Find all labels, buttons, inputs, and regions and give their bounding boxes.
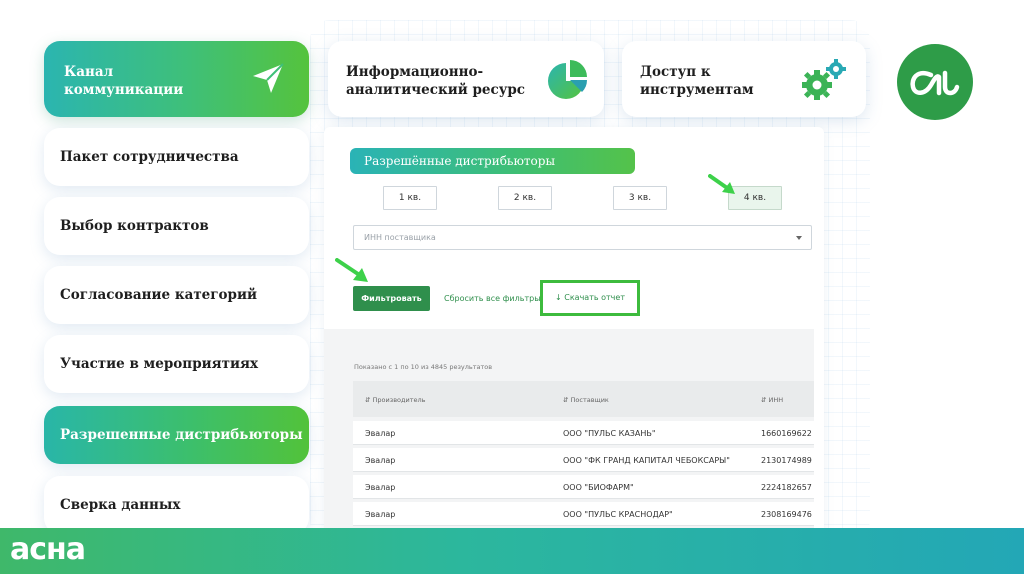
sort-icon: ⇵ — [563, 396, 569, 404]
column-header-inn[interactable]: ⇵ ИНН — [761, 396, 783, 404]
table-row[interactable]: Эвалар ООО "ПУЛЬС КРАСНОДАР" 2308169476 — [353, 502, 814, 526]
cell-supplier: ООО "ФК ГРАНД КАПИТАЛ ЧЕБОКСАРЫ" — [563, 456, 730, 465]
download-report-label: Скачать отчет — [564, 293, 625, 302]
quarter-button-2[interactable]: 2 кв. — [498, 186, 552, 210]
filter-button[interactable]: Фильтровать — [353, 286, 430, 311]
cell-inn: 2308169476 — [761, 510, 812, 519]
sidebar-item-contracts[interactable]: Выбор контрактов — [44, 197, 309, 255]
sidebar-item-label: Согласование категорий — [60, 287, 258, 303]
quarter-button-1[interactable]: 1 кв. — [383, 186, 437, 210]
tools-access-card[interactable]: Доступ к инструментам — [622, 41, 866, 117]
chevron-down-icon — [796, 236, 802, 240]
pointer-arrow-icon — [708, 174, 735, 194]
download-report-link[interactable]: ↓ Скачать отчет — [540, 280, 640, 316]
sidebar-item-channel[interactable]: Канал коммуникации — [44, 41, 309, 117]
column-header-manufacturer[interactable]: ⇵ Производитель — [365, 396, 426, 404]
table-row[interactable]: Эвалар ООО "ФК ГРАНД КАПИТАЛ ЧЕБОКСАРЫ" … — [353, 448, 814, 472]
section-title: Разрешённые дистрибьюторы — [350, 148, 635, 174]
sidebar-item-label: Пакет сотрудничества — [60, 149, 239, 165]
inn-supplier-select[interactable]: ИНН поставщика — [353, 225, 812, 250]
gears-icon — [802, 59, 846, 100]
footer-logo: асна — [10, 532, 86, 567]
cell-inn: 1660169622 — [761, 429, 812, 438]
cell-manufacturer: Эвалар — [365, 456, 396, 465]
sidebar-item-events[interactable]: Участие в мероприятиях — [44, 335, 309, 393]
sidebar-item-categories[interactable]: Согласование категорий — [44, 266, 309, 324]
sidebar-item-label: Разрешенные дистрибьюторы — [60, 427, 303, 443]
sidebar-item-label: Выбор контрактов — [60, 218, 209, 234]
inn-supplier-placeholder: ИНН поставщика — [364, 233, 436, 242]
table-row[interactable]: Эвалар ООО "ПУЛЬС КАЗАНЬ" 1660169622 — [353, 421, 814, 445]
cell-inn: 2130174989 — [761, 456, 812, 465]
sidebar-item-label: Канал коммуникации — [64, 64, 184, 98]
quarter-button-3[interactable]: 3 кв. — [613, 186, 667, 210]
table-header: ⇵ Производитель ⇵ Поставщик ⇵ ИНН — [353, 381, 814, 417]
pointer-arrow-icon — [335, 258, 368, 282]
pie-chart-icon — [548, 60, 587, 99]
results-table: Показано с 1 по 10 из 4845 результатов ⇵… — [324, 329, 814, 533]
sidebar-item-label: Сверка данных — [60, 497, 181, 513]
info-resource-card[interactable]: Информационно-аналитический ресурс — [328, 41, 604, 117]
info-resource-label: Информационно-аналитический ресурс — [346, 64, 526, 98]
column-header-supplier[interactable]: ⇵ Поставщик — [563, 396, 609, 404]
footer-band — [0, 528, 1024, 574]
distributors-panel: Разрешённые дистрибьюторы 1 кв. 2 кв. 3 … — [324, 127, 824, 533]
sidebar-item-label: Участие в мероприятиях — [60, 356, 259, 372]
results-count: Показано с 1 по 10 из 4845 результатов — [354, 363, 493, 371]
sidebar-item-data-reconciliation[interactable]: Сверка данных — [44, 476, 309, 534]
cell-inn: 2224182657 — [761, 483, 812, 492]
cell-manufacturer: Эвалар — [365, 510, 396, 519]
reset-filters-link[interactable]: Сбросить все фильтры — [444, 286, 541, 311]
sidebar-item-distributors[interactable]: Разрешенные дистрибьюторы — [44, 406, 309, 464]
asna-logo — [897, 44, 973, 120]
cell-manufacturer: Эвалар — [365, 429, 396, 438]
paper-plane-icon — [253, 63, 284, 93]
sidebar-item-cooperation-package[interactable]: Пакет сотрудничества — [44, 128, 309, 186]
cell-manufacturer: Эвалар — [365, 483, 396, 492]
cell-supplier: ООО "ПУЛЬС КАЗАНЬ" — [563, 429, 656, 438]
cell-supplier: ООО "ПУЛЬС КРАСНОДАР" — [563, 510, 673, 519]
asna-monogram-icon — [910, 70, 960, 96]
sort-icon: ⇵ — [761, 396, 767, 404]
download-arrow-icon: ↓ — [555, 293, 562, 302]
sort-icon: ⇵ — [365, 396, 371, 404]
cell-supplier: ООО "БИОФАРМ" — [563, 483, 634, 492]
table-row[interactable]: Эвалар ООО "БИОФАРМ" 2224182657 — [353, 475, 814, 499]
tools-access-label: Доступ к инструментам — [640, 64, 754, 98]
